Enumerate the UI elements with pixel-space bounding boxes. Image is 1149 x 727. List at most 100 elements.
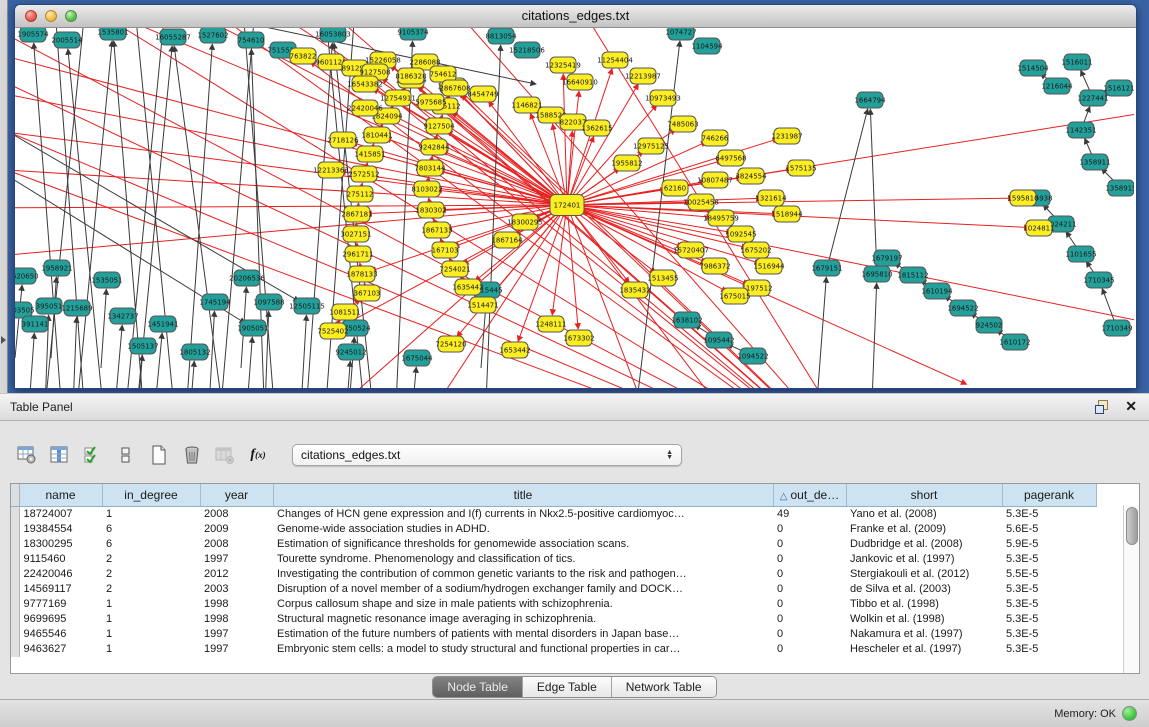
table-row[interactable]: 1872400712008Changes of HCN gene express… (11, 507, 1096, 523)
graph-node[interactable]: 2620650 (15, 268, 39, 284)
table-cell[interactable]: de Silva et al. (2003) (846, 582, 1002, 597)
table-cell[interactable]: Stergiakouli et al. (2012) (846, 567, 1002, 582)
graph-node[interactable]: 1955812 (611, 155, 642, 171)
graph-edge[interactable] (68, 49, 105, 388)
table-cell[interactable]: 2 (102, 582, 200, 597)
graph-node[interactable]: 1505137 (127, 338, 158, 354)
close-window-button[interactable] (25, 10, 37, 22)
table-cell[interactable]: 19384554 (19, 522, 102, 537)
graph-node[interactable]: 172401 (550, 195, 584, 216)
graph-node[interactable]: 275112 (347, 186, 374, 202)
graph-node[interactable]: 1710345 (1083, 272, 1114, 288)
graph-node[interactable]: 1815112 (897, 267, 928, 283)
expand-panel-arrow-icon[interactable] (1, 336, 6, 344)
table-cell[interactable]: Corpus callosum shape and size in male p… (273, 597, 773, 612)
table-cell[interactable]: 9465546 (19, 627, 102, 642)
table-cell[interactable]: Tourette syndrome. Phenomenology and cla… (273, 552, 773, 567)
table-cell[interactable]: 1 (102, 597, 200, 612)
graph-node[interactable]: 1673302 (563, 330, 594, 346)
table-row[interactable]: 2242004622012Investigating the contribut… (11, 567, 1096, 582)
graph-node[interactable]: 2867181 (341, 206, 372, 222)
graph-node[interactable]: 18495759 (703, 210, 739, 226)
table-cell[interactable]: 0 (773, 552, 846, 567)
graph-node[interactable]: 16053803 (315, 28, 351, 42)
graph-node[interactable]: 1094522 (737, 348, 768, 364)
table-cell[interactable]: Estimation of significance thresholds fo… (273, 537, 773, 552)
graph-node[interactable]: 1710349 (1101, 320, 1132, 336)
table-cell[interactable]: Jankovic et al. (1997) (846, 552, 1002, 567)
graph-node[interactable]: 1535801 (97, 28, 128, 40)
graph-node[interactable]: 1024811 (1023, 220, 1054, 236)
graph-node[interactable]: 763822 (290, 48, 317, 64)
graph-node[interactable]: 7986372 (699, 258, 730, 274)
table-cell[interactable]: 0 (773, 522, 846, 537)
graph-edge[interactable] (75, 41, 112, 388)
tab-node-table[interactable]: Node Table (433, 677, 522, 697)
graph-edge[interactable] (345, 361, 350, 388)
graph-node[interactable]: 1878133 (346, 266, 377, 282)
graph-node[interactable]: 1142351 (1065, 122, 1096, 138)
graph-node[interactable]: 15720407 (673, 242, 709, 258)
table-selector-dropdown[interactable]: citations_edges.txt ▲▼ (292, 444, 682, 466)
table-cell[interactable]: 6 (102, 537, 200, 552)
table-cell[interactable]: 2008 (200, 537, 273, 552)
graph-node[interactable]: 1695810 (861, 266, 892, 282)
graph-node[interactable]: 62160 (662, 180, 688, 196)
graph-node[interactable]: 1216044 (1041, 78, 1073, 94)
graph-node[interactable]: 12325419 (545, 57, 581, 73)
graph-node[interactable]: 7254021 (439, 261, 470, 277)
graph-node[interactable]: 924502 (976, 317, 1003, 333)
graph-node[interactable]: 8454749 (467, 86, 498, 102)
graph-edge[interactable] (114, 41, 145, 388)
graph-node[interactable]: 167103 (432, 242, 459, 258)
graph-node[interactable]: 1321614 (755, 190, 787, 206)
table-cell[interactable]: 0 (773, 627, 846, 642)
table-cell[interactable]: 1 (102, 507, 200, 523)
graph-node[interactable]: 16640910 (562, 74, 598, 90)
table-cell[interactable]: Structural magnetic resonance image aver… (273, 612, 773, 627)
graph-node[interactable]: 1675015 (719, 288, 750, 304)
graph-node[interactable]: 12754911 (380, 90, 416, 106)
table-cell[interactable]: 5.9E-5 (1002, 537, 1096, 552)
table-cell[interactable]: Nakamura et al. (1997) (846, 627, 1002, 642)
graph-node[interactable]: 11254404 (597, 52, 633, 68)
window-titlebar[interactable]: citations_edges.txt (15, 5, 1136, 28)
graph-node[interactable]: 1905051 (237, 320, 268, 336)
graph-node[interactable]: 395051 (36, 298, 63, 314)
graph-node[interactable]: 8813054 (485, 28, 517, 44)
graph-node[interactable]: 9245012 (335, 344, 366, 360)
graph-node[interactable]: 1867164 (491, 232, 523, 248)
graph-edge[interactable] (827, 109, 868, 268)
graph-edge[interactable] (29, 333, 34, 388)
graph-node[interactable]: 9127504 (423, 118, 455, 134)
graph-node[interactable]: 1513455 (647, 270, 678, 286)
graph-edge[interactable] (815, 277, 826, 388)
rows-icon[interactable] (115, 444, 137, 466)
table-cell[interactable]: 22420046 (19, 567, 102, 582)
graph-node[interactable]: 8103022 (411, 181, 442, 197)
table-row[interactable]: 969969511998Structural magnetic resonanc… (11, 612, 1096, 627)
function-builder-icon[interactable]: f(x) (247, 444, 269, 466)
graph-node[interactable]: 746266 (702, 130, 729, 146)
graph-node[interactable]: 12975125 (633, 138, 669, 154)
graph-node[interactable]: 1679197 (871, 250, 902, 266)
graph-node[interactable]: 7254120 (435, 336, 466, 352)
table-row[interactable]: 977716911998Corpus callosum shape and si… (11, 597, 1096, 612)
graph-node[interactable]: 1610194 (921, 283, 953, 299)
table-cell[interactable]: 2009 (200, 522, 273, 537)
graph-node[interactable]: 16543382 (347, 76, 383, 92)
graph-edge[interactable] (871, 283, 877, 388)
graph-node[interactable]: 5975685 (415, 94, 446, 110)
graph-edge[interactable] (567, 198, 1014, 205)
graph-node[interactable]: 2718126 (327, 132, 359, 148)
table-cell[interactable]: 9115460 (19, 552, 102, 567)
graph-node[interactable]: 1516121 (1103, 80, 1134, 96)
graph-node[interactable]: 1514504 (1017, 60, 1049, 76)
table-cell[interactable]: 2 (102, 567, 200, 582)
graph-edge[interactable] (247, 337, 252, 388)
graph-node[interactable]: 1575135 (785, 160, 816, 176)
table-cell[interactable]: Estimation of the future numbers of pati… (273, 627, 773, 642)
table-cell[interactable]: 0 (773, 567, 846, 582)
graph-node[interactable]: 1527602 (197, 28, 228, 43)
graph-node[interactable]: 7803144 (414, 160, 446, 176)
